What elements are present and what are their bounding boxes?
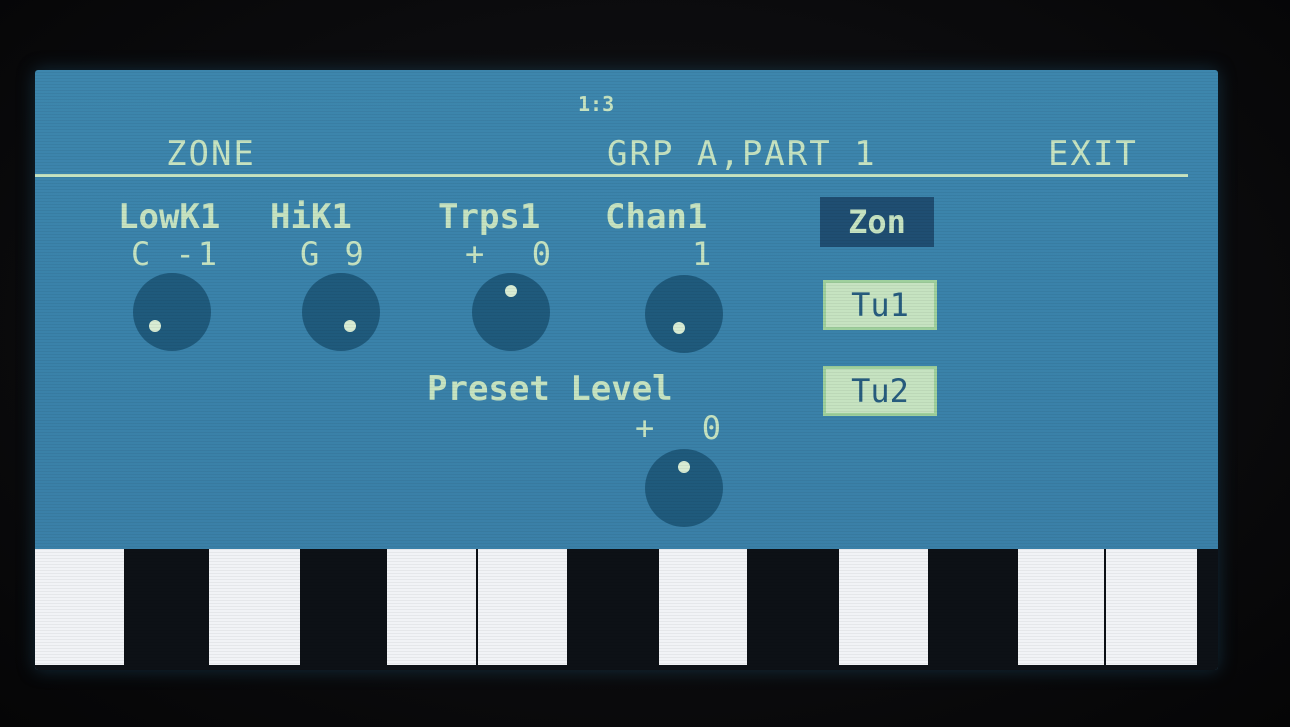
preset-level-value: + 0 <box>635 409 725 447</box>
lcd-screen: 1:3 ZONE GRP A,PART 1 EXIT LowK1 HiK1 Tr… <box>35 70 1218 670</box>
white-key[interactable] <box>839 549 928 665</box>
param-value-chan1: 1 <box>692 235 715 273</box>
white-key[interactable] <box>209 549 300 665</box>
knob-preset-level[interactable] <box>645 449 723 527</box>
preset-level-label: Preset Level <box>427 369 673 409</box>
white-key[interactable] <box>387 549 476 665</box>
white-key[interactable] <box>478 549 567 665</box>
knob-lowk1[interactable] <box>133 273 211 351</box>
tu1-button[interactable]: Tu1 <box>823 280 937 330</box>
knob-indicator <box>505 285 517 297</box>
knob-indicator <box>344 320 356 332</box>
knob-indicator <box>678 461 690 473</box>
white-key[interactable] <box>1106 549 1197 665</box>
tu2-button[interactable]: Tu2 <box>823 366 937 416</box>
knob-chan1[interactable] <box>645 275 723 353</box>
zon-button[interactable]: Zon <box>820 197 934 247</box>
zone-softkey-label[interactable]: ZONE <box>166 137 256 171</box>
param-value-hik1: G 9 <box>300 235 367 273</box>
page-indicator: 1:3 <box>578 92 615 116</box>
param-label-lowk1: LowK1 <box>118 197 221 237</box>
white-key[interactable] <box>1018 549 1104 665</box>
param-label-hik1: HiK1 <box>270 197 352 237</box>
knob-indicator <box>673 322 685 334</box>
param-label-trps1: Trps1 <box>438 197 541 237</box>
param-label-chan1: Chan1 <box>605 197 708 237</box>
keyboard-strip <box>35 549 1218 670</box>
group-part-label: GRP A,PART 1 <box>607 134 877 174</box>
exit-softkey-label[interactable]: EXIT <box>1048 137 1138 171</box>
white-key[interactable] <box>35 549 124 665</box>
knob-indicator <box>149 320 161 332</box>
param-value-trps1: + 0 <box>465 235 555 273</box>
knob-trps1[interactable] <box>472 273 550 351</box>
knob-hik1[interactable] <box>302 273 380 351</box>
white-key[interactable] <box>659 549 747 665</box>
param-value-lowk1: C -1 <box>131 235 221 273</box>
header-divider <box>35 174 1188 177</box>
